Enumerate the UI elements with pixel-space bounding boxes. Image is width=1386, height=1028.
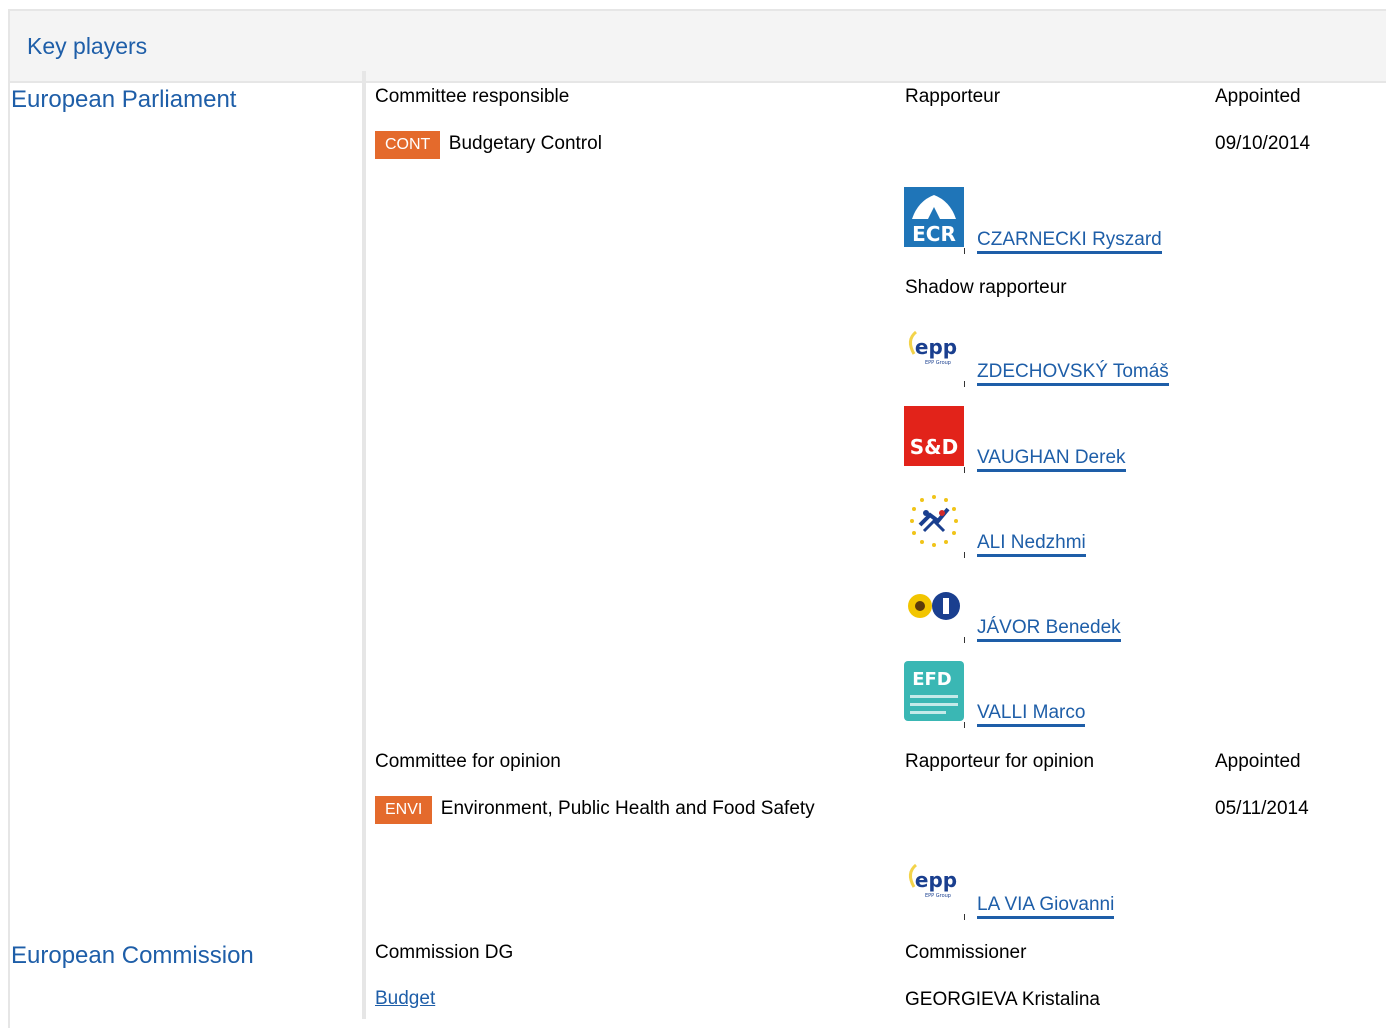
svg-text:EFD: EFD	[912, 669, 952, 690]
section-title-european-commission: European Commission	[11, 942, 254, 969]
commissioner-label: Commissioner	[905, 942, 1027, 963]
committee-name: Budgetary Control	[448, 133, 602, 154]
shadow-link-ali[interactable]: ALI Nedzhmi	[977, 532, 1086, 557]
svg-text:EPP Group: EPP Group	[925, 360, 951, 366]
committee-badge-cont[interactable]: CONT	[375, 131, 441, 159]
panel-header: Key players	[10, 11, 1386, 83]
opinion-committee-name: Environment, Public Health and Food Safe…	[440, 798, 815, 819]
committee-responsible-row: CONT Budgetary Control	[375, 131, 602, 159]
opinion-rapporteur-link-lavia[interactable]: LA VIA Giovanni	[977, 894, 1115, 919]
appointed-opinion-label: Appointed	[1215, 751, 1301, 772]
column-divider	[362, 71, 366, 1019]
rapporteur-opinion-label: Rapporteur for opinion	[905, 751, 1095, 772]
sd-group-logo: S&D	[904, 406, 964, 466]
committee-badge-envi[interactable]: ENVI	[375, 796, 433, 824]
section-title-european-parliament: European Parliament	[11, 86, 237, 113]
svg-text:ECR: ECR	[912, 222, 956, 246]
committee-opinion-row: ENVI Environment, Public Health and Food…	[375, 796, 815, 824]
ecr-group-logo: ECR	[904, 187, 964, 247]
key-players-panel: Key players	[8, 9, 1386, 1028]
svg-text:EPP Group: EPP Group	[925, 893, 951, 899]
efd-group-logo: EFD	[904, 661, 964, 721]
panel-title: Key players	[27, 33, 148, 59]
commission-dg-link[interactable]: Budget	[375, 988, 435, 1010]
shadow-rapporteur-label: Shadow rapporteur	[905, 277, 1067, 298]
appointed-label: Appointed	[1215, 86, 1301, 107]
epp-group-logo: epp EPP Group	[904, 320, 964, 380]
shadow-link-zdechovsky[interactable]: ZDECHOVSKÝ Tomáš	[977, 361, 1169, 386]
rapporteur-label: Rapporteur	[905, 86, 1001, 107]
shadow-link-vaughan[interactable]: VAUGHAN Derek	[977, 447, 1126, 472]
epp-group-logo-opinion: epp EPP Group	[904, 853, 964, 913]
appointed-opinion-date: 05/11/2014	[1215, 798, 1309, 819]
shadow-link-valli[interactable]: VALLI Marco	[977, 702, 1086, 727]
committee-responsible-label: Committee responsible	[375, 86, 570, 107]
commission-dg-label: Commission DG	[375, 942, 514, 963]
appointed-date: 09/10/2014	[1215, 133, 1311, 154]
rapporteur-link-czarnecki[interactable]: CZARNECKI Ryszard	[977, 229, 1162, 254]
svg-text:epp: epp	[915, 868, 957, 892]
committee-opinion-label: Committee for opinion	[375, 751, 561, 772]
alde-group-logo	[904, 491, 964, 551]
shadow-link-javor[interactable]: JÁVOR Benedek	[977, 617, 1121, 642]
svg-text:epp: epp	[915, 335, 957, 359]
commissioner-name: GEORGIEVA Kristalina	[905, 989, 1100, 1010]
rapporteur-name[interactable]: CZARNECKI Ryszard	[977, 229, 1162, 254]
svg-text:S&D: S&D	[910, 435, 958, 459]
greens-group-logo	[904, 576, 964, 636]
